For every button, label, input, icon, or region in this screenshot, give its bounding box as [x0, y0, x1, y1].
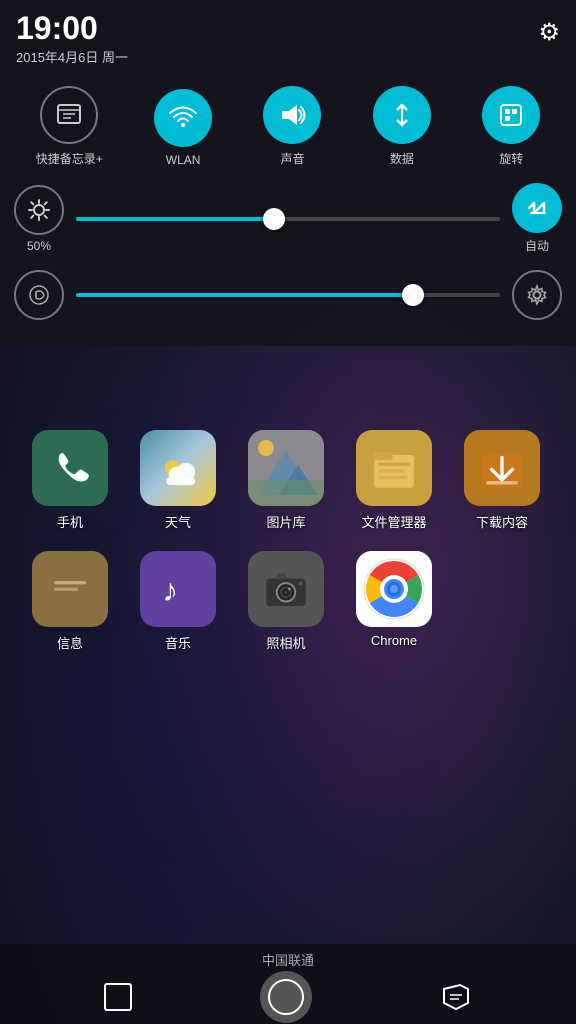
- toggle-quick-backup[interactable]: 快捷备忘录+: [36, 86, 103, 167]
- volume-row: [0, 264, 576, 326]
- volume-track: [76, 293, 500, 297]
- brightness-icon-col: 50%: [14, 185, 64, 253]
- toggle-wlan[interactable]: WLAN: [154, 89, 212, 167]
- notification-panel: 19:00 2015年4月6日 周一 ⚙ 快捷备忘录+: [0, 0, 576, 346]
- volume-thumb[interactable]: [402, 284, 424, 306]
- home-circle-icon: [260, 971, 312, 1023]
- brightness-fill: [76, 217, 280, 221]
- chrome-icon: [356, 551, 432, 627]
- volume-icon[interactable]: [14, 270, 64, 320]
- app-camera[interactable]: 照相机: [236, 551, 336, 652]
- quick-backup-circle: [40, 86, 98, 144]
- carrier-text: 中国联通: [0, 944, 576, 969]
- gallery-label: 图片库: [266, 512, 305, 531]
- brightness-track: [76, 217, 500, 221]
- app-downloads[interactable]: 下载内容: [452, 430, 552, 531]
- app-weather[interactable]: 天气: [128, 430, 228, 531]
- menu-button[interactable]: [440, 981, 472, 1013]
- auto-label: 自动: [525, 237, 549, 254]
- music-icon: ♪: [140, 551, 216, 627]
- messages-label: 信息: [57, 633, 83, 652]
- wlan-label: WLAN: [166, 153, 201, 167]
- app-phone[interactable]: 手机: [20, 430, 120, 531]
- app-row-1: 手机 天气: [10, 430, 566, 531]
- status-bar: 19:00 2015年4月6日 周一 ⚙: [0, 0, 576, 74]
- auto-brightness-icon[interactable]: [512, 183, 562, 233]
- phone-icon: [32, 430, 108, 506]
- nav-buttons: [0, 969, 576, 1024]
- home-inner-circle: [268, 979, 304, 1015]
- home-button[interactable]: [260, 971, 312, 1023]
- auto-col: 自动: [512, 183, 562, 254]
- sound-circle: [263, 86, 321, 144]
- app-grid: 手机 天气: [0, 420, 576, 682]
- bottom-bar: 中国联通: [0, 944, 576, 1024]
- chrome-label: Chrome: [371, 633, 417, 648]
- status-left: 19:00 2015年4月6日 周一: [16, 12, 128, 66]
- rotate-circle: [482, 86, 540, 144]
- weather-label: 天气: [165, 512, 191, 531]
- weather-icon: [140, 430, 216, 506]
- toggle-data[interactable]: 数据: [373, 86, 431, 167]
- toggle-sound[interactable]: 声音: [263, 86, 321, 167]
- rotate-label: 旋转: [499, 150, 523, 167]
- phone-label: 手机: [57, 512, 83, 531]
- music-label: 音乐: [165, 633, 191, 652]
- app-gallery[interactable]: 图片库: [236, 430, 336, 531]
- recent-apps-button[interactable]: [104, 983, 132, 1011]
- brightness-percent: 50%: [27, 239, 51, 253]
- settings-icon[interactable]: ⚙: [538, 18, 560, 47]
- wlan-circle: [154, 89, 212, 147]
- messages-icon: [32, 551, 108, 627]
- brightness-slider[interactable]: [76, 217, 500, 221]
- date-display: 2015年4月6日 周一: [16, 47, 128, 66]
- quick-toggles-row: 快捷备忘录+ WLAN: [0, 74, 576, 173]
- app-row-2: 信息 ♪ 音乐: [10, 551, 566, 652]
- toggle-rotate[interactable]: 旋转: [482, 86, 540, 167]
- app-music[interactable]: ♪ 音乐: [128, 551, 228, 652]
- downloads-label: 下载内容: [476, 512, 528, 531]
- svg-text:♪: ♪: [162, 573, 178, 608]
- time-display: 19:00: [16, 12, 128, 44]
- app-files[interactable]: 文件管理器: [344, 430, 444, 531]
- app-chrome[interactable]: Chrome: [344, 551, 444, 652]
- downloads-icon: [464, 430, 540, 506]
- volume-slider[interactable]: [76, 293, 500, 297]
- brightness-row: 50% 自动: [0, 173, 576, 264]
- app-messages[interactable]: 信息: [20, 551, 120, 652]
- camera-icon: [248, 551, 324, 627]
- files-icon: [356, 430, 432, 506]
- volume-fill: [76, 293, 415, 297]
- gallery-icon: [248, 430, 324, 506]
- files-label: 文件管理器: [361, 512, 426, 531]
- recent-square-icon: [104, 983, 132, 1011]
- sound-label: 声音: [280, 150, 304, 167]
- quick-backup-label: 快捷备忘录+: [36, 150, 103, 167]
- menu-icon: [440, 981, 472, 1013]
- data-circle: [373, 86, 431, 144]
- brightness-icon[interactable]: [14, 185, 64, 235]
- data-label: 数据: [390, 150, 414, 167]
- brightness-thumb[interactable]: [263, 208, 285, 230]
- sound-settings-icon[interactable]: [512, 270, 562, 320]
- camera-label: 照相机: [266, 633, 305, 652]
